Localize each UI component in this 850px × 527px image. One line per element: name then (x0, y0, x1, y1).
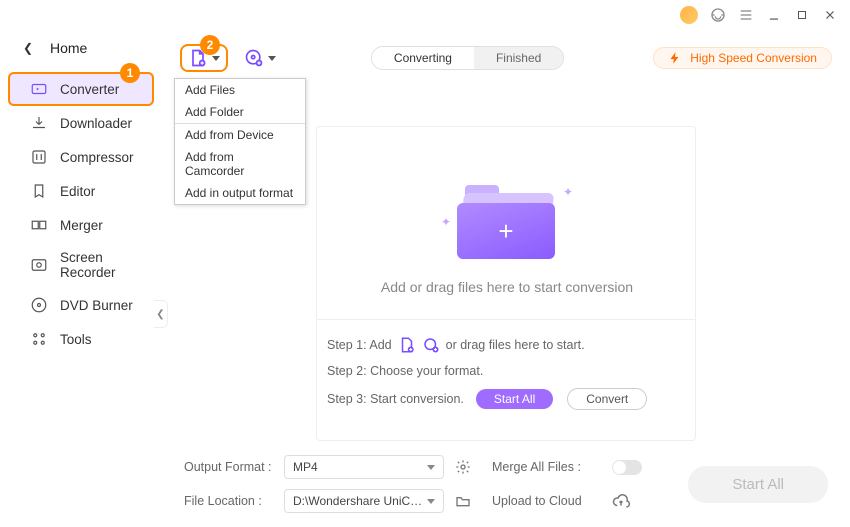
editor-icon (30, 182, 48, 200)
output-format-value: MP4 (293, 460, 318, 474)
sidebar-item-dvd-burner[interactable]: DVD Burner (8, 288, 154, 322)
caret-down-icon (212, 56, 220, 61)
step2-label: Step 2: Choose your format. (327, 364, 483, 378)
sidebar-item-editor[interactable]: Editor (8, 174, 154, 208)
dropdown-add-from-device[interactable]: Add from Device (175, 124, 305, 146)
hamburger-icon[interactable] (738, 7, 754, 23)
sidebar-item-label: Merger (60, 218, 103, 233)
sidebar-item-label: Editor (60, 184, 95, 199)
collapse-sidebar-icon[interactable]: ❮ (154, 300, 168, 328)
compress-icon (30, 148, 48, 166)
sidebar: ❮ Home Converter Downloader Compressor E… (0, 30, 162, 527)
caret-down-icon (427, 499, 435, 504)
sidebar-item-compressor[interactable]: Compressor (8, 140, 154, 174)
tools-icon (30, 330, 48, 348)
file-location-label: File Location : (184, 494, 274, 508)
steps-panel: Step 1: Add or drag files here to start.… (317, 319, 695, 440)
dropdown-add-from-camcorder[interactable]: Add from Camcorder (175, 146, 305, 182)
sidebar-item-downloader[interactable]: Downloader (8, 106, 154, 140)
output-format-label: Output Format : (184, 460, 274, 474)
callout-badge-1: 1 (120, 63, 140, 83)
sidebar-item-label: Converter (60, 82, 119, 97)
footer-bar: Output Format : MP4 Merge All Files : St… (162, 445, 850, 527)
tab-converting[interactable]: Converting (372, 47, 474, 69)
disc-icon (30, 296, 48, 314)
cloud-upload-icon[interactable] (612, 492, 630, 510)
tab-finished[interactable]: Finished (474, 47, 563, 69)
sidebar-item-screen-recorder[interactable]: Screen Recorder (8, 242, 154, 288)
dropdown-add-files[interactable]: Add Files (175, 79, 305, 101)
sidebar-item-merger[interactable]: Merger (8, 208, 154, 242)
home-label: Home (50, 40, 87, 56)
record-icon (30, 256, 48, 274)
caret-down-icon (427, 465, 435, 470)
settings-gear-icon[interactable] (454, 458, 472, 476)
file-plus-icon[interactable] (398, 336, 416, 354)
add-dvd-button[interactable] (238, 46, 282, 70)
step3-label: Step 3: Start conversion. (327, 392, 464, 406)
sidebar-item-label: Tools (60, 332, 92, 347)
sidebar-item-label: Downloader (60, 116, 132, 131)
add-dropdown-menu: Add Files Add Folder Add from Device Add… (174, 78, 306, 205)
start-all-small-button[interactable]: Start All (476, 389, 553, 409)
drop-area[interactable]: ✦ ✦ + Add or drag files here to start co… (317, 175, 697, 295)
sidebar-item-tools[interactable]: Tools (8, 322, 154, 356)
high-speed-conversion-button[interactable]: High Speed Conversion (653, 47, 832, 69)
folder-plus-icon: ✦ ✦ + (447, 175, 567, 265)
merge-label: Merge All Files : (492, 460, 602, 474)
chevron-left-icon: ❮ (22, 41, 34, 55)
merge-all-toggle[interactable] (612, 460, 642, 475)
download-icon (30, 114, 48, 132)
step1-label-b: or drag files here to start. (446, 338, 585, 352)
support-icon[interactable] (710, 7, 726, 23)
window-minimize-icon[interactable] (766, 7, 782, 23)
upload-cloud-label: Upload to Cloud (492, 494, 602, 508)
file-location-value: D:\Wondershare UniConverter 1 (293, 494, 427, 508)
step1-label-a: Step 1: Add (327, 338, 392, 352)
sidebar-item-label: Screen Recorder (60, 250, 140, 280)
disc-plus-icon[interactable] (422, 336, 440, 354)
start-all-button[interactable]: Start All (688, 466, 828, 503)
output-format-select[interactable]: MP4 (284, 455, 444, 479)
status-tabs: Converting Finished (371, 46, 564, 70)
user-avatar[interactable] (680, 6, 698, 24)
folder-open-icon[interactable] (454, 492, 472, 510)
dropdown-add-output-format[interactable]: Add in output format (175, 182, 305, 204)
caret-down-icon (268, 56, 276, 61)
window-maximize-icon[interactable] (794, 7, 810, 23)
sidebar-item-label: Compressor (60, 150, 134, 165)
window-close-icon[interactable] (822, 7, 838, 23)
hsc-label: High Speed Conversion (690, 51, 817, 65)
sidebar-item-label: DVD Burner (60, 298, 133, 313)
file-location-select[interactable]: D:\Wondershare UniConverter 1 (284, 489, 444, 513)
callout-badge-2: 2 (200, 35, 220, 55)
drop-text: Add or drag files here to start conversi… (317, 279, 697, 295)
merger-icon (30, 216, 48, 234)
main-panel: Converting Finished High Speed Conversio… (162, 30, 850, 527)
converter-icon (30, 80, 48, 98)
dropdown-add-folder[interactable]: Add Folder (175, 101, 305, 123)
convert-button[interactable]: Convert (567, 388, 647, 410)
